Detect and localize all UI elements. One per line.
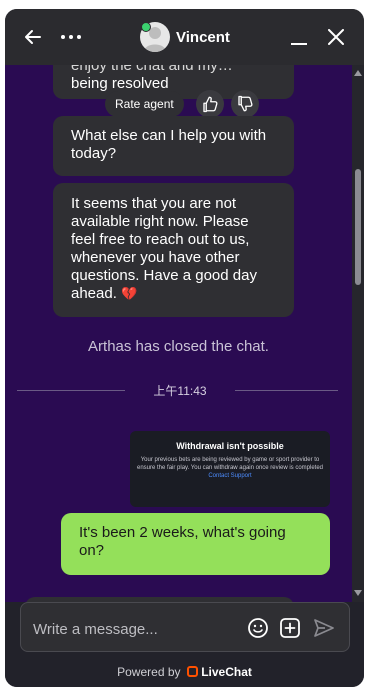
message-text: It seems that you are not available righ… <box>71 195 257 302</box>
powered-by-label: Powered by <box>117 665 181 679</box>
message-text: What else can I help you with today? <box>71 127 267 162</box>
message-text: It's been 2 weeks, what's going on? <box>79 524 286 559</box>
scroll-up-arrow-icon[interactable] <box>354 70 362 76</box>
attachment-title: Withdrawal isn't possible <box>176 441 284 451</box>
livechat-logo-icon <box>186 666 198 677</box>
add-attachment-icon[interactable] <box>278 616 302 640</box>
chat-window: Vincent enjoy the chat and my… being res… <box>5 9 364 687</box>
emoji-icon[interactable] <box>246 616 270 640</box>
agent-message-bubble: It seems that you are not available righ… <box>53 183 294 317</box>
broken-heart-emoji: 💔 <box>121 286 138 301</box>
send-icon[interactable] <box>312 616 336 640</box>
chat-footer: Powered by LiveChat <box>5 602 364 687</box>
timestamp: 上午11:43 <box>153 384 207 398</box>
back-arrow-icon[interactable] <box>17 21 49 53</box>
attachment-body: Your previous bets are being reviewed by… <box>137 457 323 471</box>
thumbs-up-icon[interactable] <box>196 90 224 118</box>
rate-agent-label: Rate agent <box>105 91 184 117</box>
separator-line <box>17 390 125 391</box>
attachment-link: Contact Support <box>208 473 252 479</box>
powered-by: Powered by LiveChat <box>5 665 364 679</box>
chat-header: Vincent <box>5 9 364 65</box>
thumbs-down-icon[interactable] <box>231 90 259 118</box>
system-message: Arthas has closed the chat. <box>88 338 269 355</box>
separator-line <box>235 390 338 391</box>
message-list[interactable]: enjoy the chat and my… being resolved Ra… <box>5 65 364 602</box>
agent-message-bubble: What else can I help you with today? <box>53 116 294 176</box>
scrollbar[interactable] <box>352 65 364 602</box>
message-composer <box>20 602 350 652</box>
agent-name: Vincent <box>176 28 230 46</box>
online-status-dot <box>141 22 151 32</box>
agent-info: Vincent <box>140 21 230 53</box>
user-message-bubble: It's been 2 weeks, what's going on? <box>61 513 330 575</box>
more-options-icon[interactable] <box>55 21 87 53</box>
image-attachment[interactable]: Withdrawal isn't possible Your previous … <box>130 431 330 507</box>
message-text: enjoy the chat and my… <box>71 65 233 74</box>
livechat-brand[interactable]: LiveChat <box>201 665 252 679</box>
scroll-down-arrow-icon[interactable] <box>354 590 362 596</box>
close-icon[interactable] <box>320 21 352 53</box>
minimize-icon[interactable] <box>283 21 315 53</box>
scrollbar-thumb[interactable] <box>355 169 361 285</box>
message-input[interactable] <box>31 617 235 641</box>
